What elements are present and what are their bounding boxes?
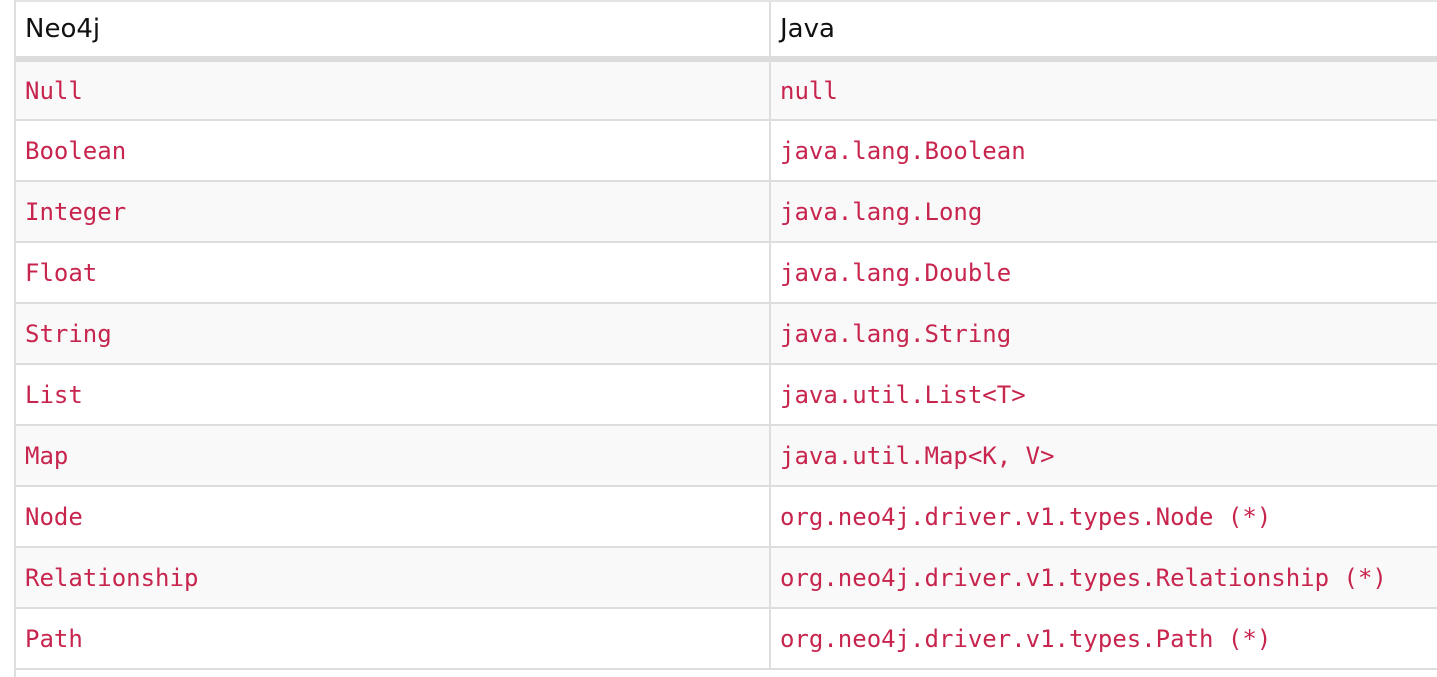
neo4j-type-cell: Path <box>16 608 770 670</box>
table-row: Float java.lang.Double <box>16 242 1437 304</box>
java-type-cell: java.lang.Long <box>769 181 1437 243</box>
table-row: Integer java.lang.Long <box>16 181 1437 243</box>
header-row: Neo4j Java <box>16 0 1437 62</box>
neo4j-type-cell: Integer <box>16 181 770 243</box>
neo4j-type-cell: Boolean <box>16 120 770 182</box>
neo4j-type-cell: Relationship <box>16 547 770 609</box>
java-type-cell: org.neo4j.driver.v1.types.Path (*) <box>769 608 1437 670</box>
java-type-cell: java.lang.Boolean <box>769 120 1437 182</box>
java-type-cell: org.neo4j.driver.v1.types.Node (*) <box>769 486 1437 548</box>
neo4j-type-cell: List <box>16 364 770 426</box>
table-row: String java.lang.String <box>16 303 1437 365</box>
java-type-cell: org.neo4j.driver.v1.types.Relationship (… <box>769 547 1437 609</box>
table-row: Relationship org.neo4j.driver.v1.types.R… <box>16 547 1437 609</box>
neo4j-type-cell: Float <box>16 242 770 304</box>
java-type-cell: java.util.List<T> <box>769 364 1437 426</box>
table-row: Map java.util.Map<K, V> <box>16 425 1437 487</box>
type-mapping-table: Neo4j Java Null null Boolean java.lang.B… <box>16 0 1437 670</box>
column-header-neo4j: Neo4j <box>16 0 770 62</box>
neo4j-type-cell: Null <box>16 59 770 121</box>
neo4j-type-cell: Map <box>16 425 770 487</box>
table-row: List java.util.List<T> <box>16 364 1437 426</box>
table-row: Boolean java.lang.Boolean <box>16 120 1437 182</box>
table-row: Node org.neo4j.driver.v1.types.Node (*) <box>16 486 1437 548</box>
neo4j-type-cell: Node <box>16 486 770 548</box>
table-row: Null null <box>16 59 1437 121</box>
table-row: Path org.neo4j.driver.v1.types.Path (*) <box>16 608 1437 670</box>
table-header: Neo4j Java <box>16 0 1437 62</box>
table-body: Null null Boolean java.lang.Boolean Inte… <box>16 59 1437 670</box>
type-mapping-table-container: Neo4j Java Null null Boolean java.lang.B… <box>14 0 1437 677</box>
java-type-cell: java.lang.String <box>769 303 1437 365</box>
java-type-cell: null <box>769 59 1437 121</box>
java-type-cell: java.util.Map<K, V> <box>769 425 1437 487</box>
column-header-java: Java <box>769 0 1437 62</box>
java-type-cell: java.lang.Double <box>769 242 1437 304</box>
neo4j-type-cell: String <box>16 303 770 365</box>
